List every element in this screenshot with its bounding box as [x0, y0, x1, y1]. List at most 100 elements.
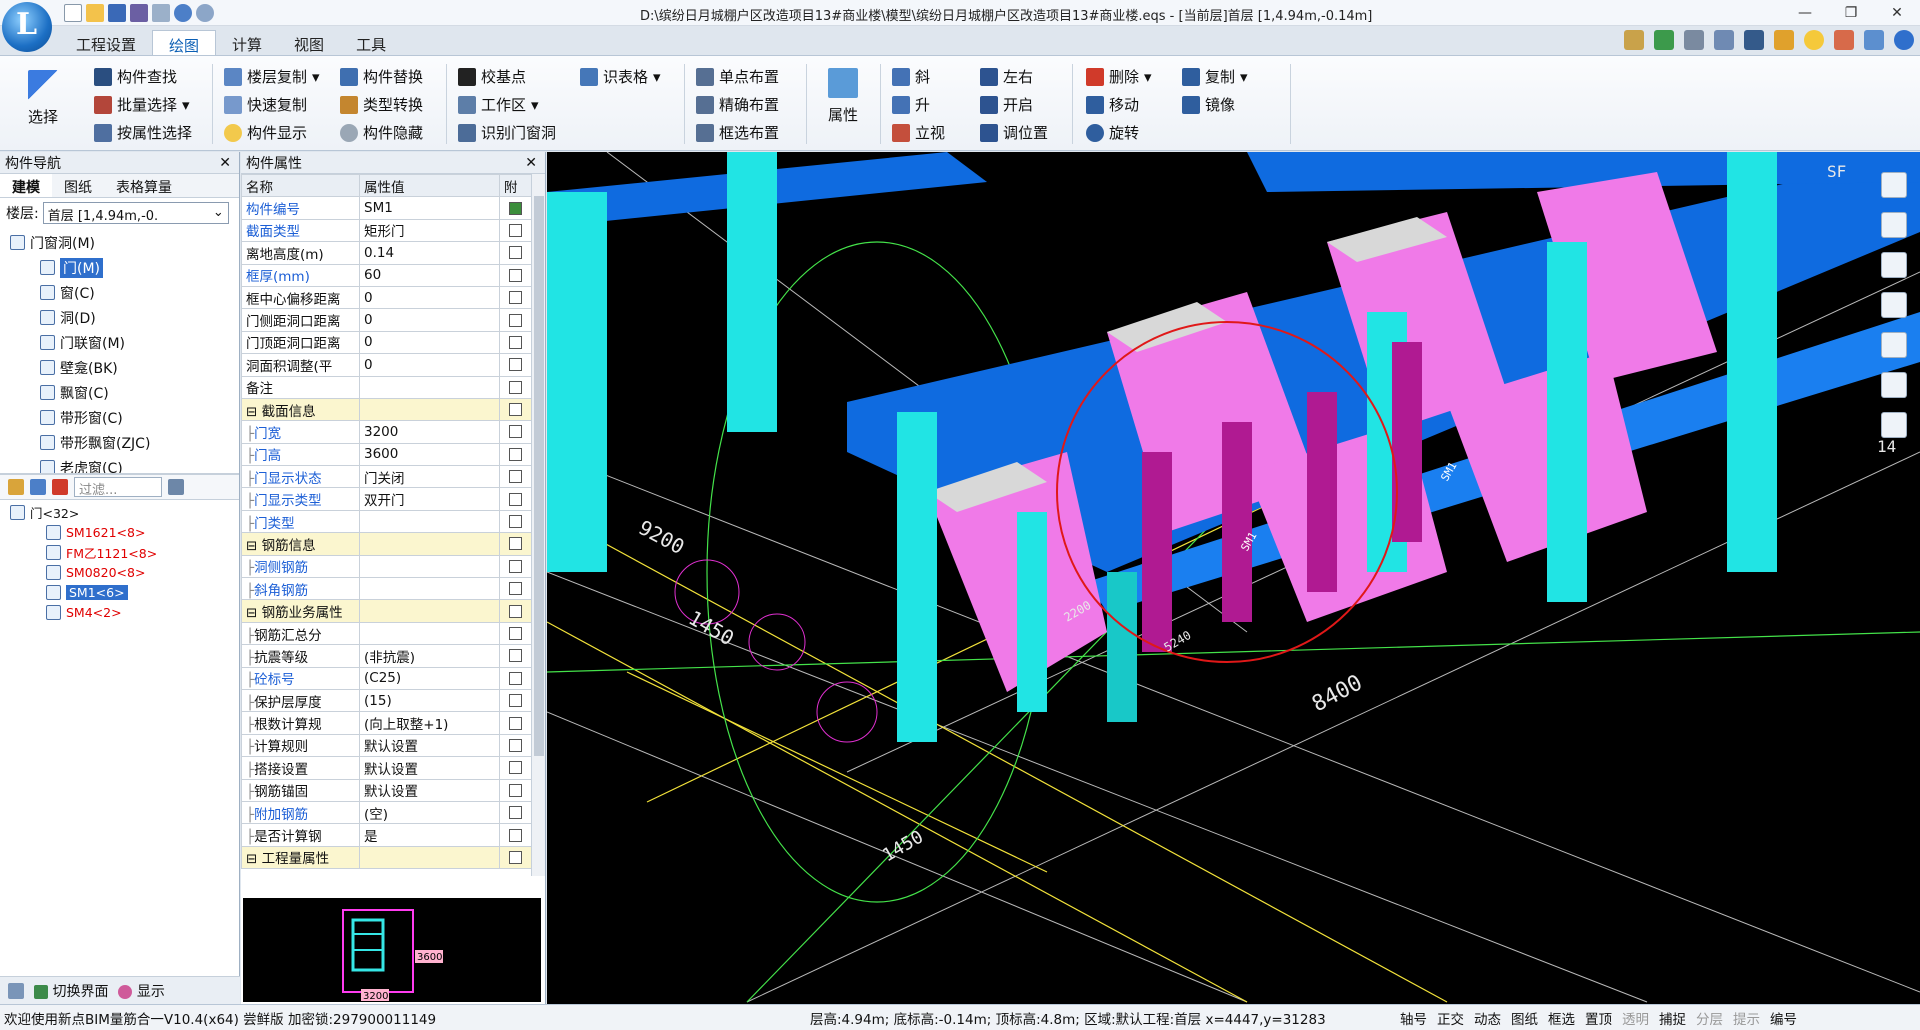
open-folder-icon[interactable]	[86, 4, 104, 22]
attach-cell[interactable]	[499, 353, 532, 377]
status-toggle[interactable]: 正交	[1437, 1008, 1464, 1028]
help-icon[interactable]	[1894, 30, 1914, 50]
tab-table-calc[interactable]: 表格算量	[104, 174, 184, 197]
property-row[interactable]: 离地高度(m) 0.14	[241, 241, 532, 265]
copy-component-icon[interactable]	[30, 479, 46, 495]
attach-checkbox[interactable]	[509, 806, 522, 820]
property-row[interactable]: 是否计算钢是	[241, 823, 532, 847]
attach-checkbox[interactable]	[509, 313, 522, 327]
property-value[interactable]: 矩形门	[359, 218, 500, 243]
attach-checkbox[interactable]	[509, 425, 522, 439]
property-row[interactable]: 框厚(mm) 60	[241, 263, 532, 287]
batch-select-button[interactable]: 批量选择 ▾	[94, 94, 190, 115]
tab-project-settings[interactable]: 工程设置	[60, 30, 152, 56]
attach-cell[interactable]	[499, 465, 532, 489]
cylinder-icon[interactable]	[1881, 252, 1907, 278]
property-row[interactable]: 备注	[241, 375, 532, 399]
attach-cell[interactable]	[499, 577, 532, 601]
floor-dropdown[interactable]: 首层 [1,4.94m,-0. ⌄	[42, 202, 229, 224]
property-row[interactable]: 门类型	[241, 509, 532, 534]
attach-checkbox[interactable]	[509, 850, 522, 864]
property-value[interactable]: 0	[359, 308, 500, 332]
property-value[interactable]: 是	[359, 823, 500, 847]
property-row[interactable]: 洞侧钢筋	[241, 554, 532, 579]
attach-cell[interactable]	[499, 375, 532, 399]
status-toggle[interactable]: 透明	[1622, 1008, 1649, 1028]
attach-checkbox[interactable]	[509, 380, 522, 394]
property-row[interactable]: 保护层厚度(15)	[241, 688, 532, 713]
property-value[interactable]: (非抗震)	[359, 644, 500, 668]
tab-drawings[interactable]: 图纸	[52, 174, 104, 197]
attach-cell[interactable]	[499, 733, 532, 758]
status-toggle[interactable]: 分层	[1696, 1008, 1723, 1028]
property-value[interactable]: 0	[359, 353, 500, 377]
component-hide-button[interactable]: 构件隐藏	[340, 122, 423, 143]
app-logo[interactable]	[2, 2, 52, 52]
property-row[interactable]: 门高3600	[241, 442, 532, 467]
attach-checkbox[interactable]	[509, 335, 522, 349]
property-row[interactable]: 门顶距洞口距离 0	[241, 330, 532, 355]
status-toggle[interactable]: 动态	[1474, 1008, 1501, 1028]
left-right-button[interactable]: 左右	[980, 66, 1033, 87]
component-show-button[interactable]: 构件显示	[224, 122, 307, 143]
tree-item[interactable]: 壁龛(BK)	[0, 355, 239, 380]
properties-button[interactable]: 属性	[828, 68, 858, 125]
component-list-item[interactable]: SM1621<8>	[0, 522, 239, 542]
property-value[interactable]: 0.14	[359, 241, 500, 265]
delete-component-icon[interactable]	[52, 479, 68, 495]
attach-cell[interactable]	[499, 666, 532, 690]
property-row[interactable]: 搭接设置默认设置	[241, 756, 532, 780]
attach-checkbox[interactable]	[509, 828, 522, 842]
attach-checkbox[interactable]	[509, 604, 522, 618]
3d-viewport[interactable]: 9200 1450 8400 5240 2200 SM1 SM1 SF 14 1…	[547, 152, 1920, 1004]
3d-box-icon[interactable]	[1881, 212, 1907, 238]
attach-cell[interactable]	[499, 442, 532, 467]
tree-item[interactable]: 门(M)	[0, 255, 239, 280]
status-toggle[interactable]: 捕捉	[1659, 1008, 1686, 1028]
component-list-item[interactable]: FM乙1121<8>	[0, 542, 239, 562]
zoom-icon[interactable]	[1881, 372, 1907, 398]
grid-icon[interactable]	[1881, 412, 1907, 438]
identify-door-button[interactable]: 识别门窗洞	[458, 122, 556, 143]
attach-checkbox[interactable]	[509, 716, 522, 730]
attach-cell[interactable]	[499, 845, 532, 870]
tree-item[interactable]: 老虎窗(C)	[0, 455, 239, 473]
attach-checkbox[interactable]	[509, 223, 522, 237]
property-value[interactable]	[359, 577, 500, 601]
attach-cell[interactable]	[499, 688, 532, 713]
attach-cell[interactable]	[499, 532, 532, 556]
attach-cell[interactable]	[499, 509, 532, 534]
rotate-button[interactable]: 旋转	[1086, 122, 1139, 143]
property-value[interactable]: (C25)	[359, 666, 500, 690]
property-value[interactable]	[359, 532, 500, 556]
pan-icon[interactable]	[1881, 292, 1907, 318]
slant-button[interactable]: 斜	[892, 66, 930, 87]
grid-settings-icon[interactable]	[168, 479, 184, 495]
property-row[interactable]: 钢筋锚固默认设置	[241, 778, 532, 802]
type-convert-button[interactable]: 类型转换	[340, 94, 423, 115]
attach-cell[interactable]	[499, 644, 532, 668]
attach-checkbox[interactable]	[509, 649, 522, 663]
tab-calculate[interactable]: 计算	[216, 30, 278, 56]
status-toggle[interactable]: 置顶	[1585, 1008, 1612, 1028]
attach-cell[interactable]	[499, 285, 532, 310]
close-icon[interactable]: ✕	[525, 155, 537, 171]
attach-checkbox[interactable]	[509, 627, 522, 640]
attach-checkbox[interactable]	[509, 447, 522, 461]
quick-copy-button[interactable]: 快速复制	[224, 94, 307, 115]
tree-item[interactable]: 带形飘窗(ZJC)	[0, 430, 239, 455]
save-as-icon[interactable]	[130, 4, 148, 22]
adjust-position-button[interactable]: 调位置	[980, 122, 1048, 143]
property-value[interactable]	[359, 599, 500, 623]
status-toggle[interactable]: 图纸	[1511, 1008, 1538, 1028]
attach-cell[interactable]	[499, 397, 532, 422]
new-component-icon[interactable]	[8, 479, 24, 495]
property-value[interactable]: (15)	[359, 688, 500, 713]
home-view-icon[interactable]	[1881, 332, 1907, 358]
tab-drawing[interactable]: 绘图	[152, 30, 217, 56]
property-row[interactable]: 洞面积调整(平 0	[241, 353, 532, 377]
attach-checkbox[interactable]	[509, 358, 522, 372]
attach-checkbox[interactable]	[509, 470, 522, 484]
cloud-icon[interactable]	[1864, 30, 1884, 50]
work-area-button[interactable]: 工作区 ▾	[458, 94, 539, 115]
